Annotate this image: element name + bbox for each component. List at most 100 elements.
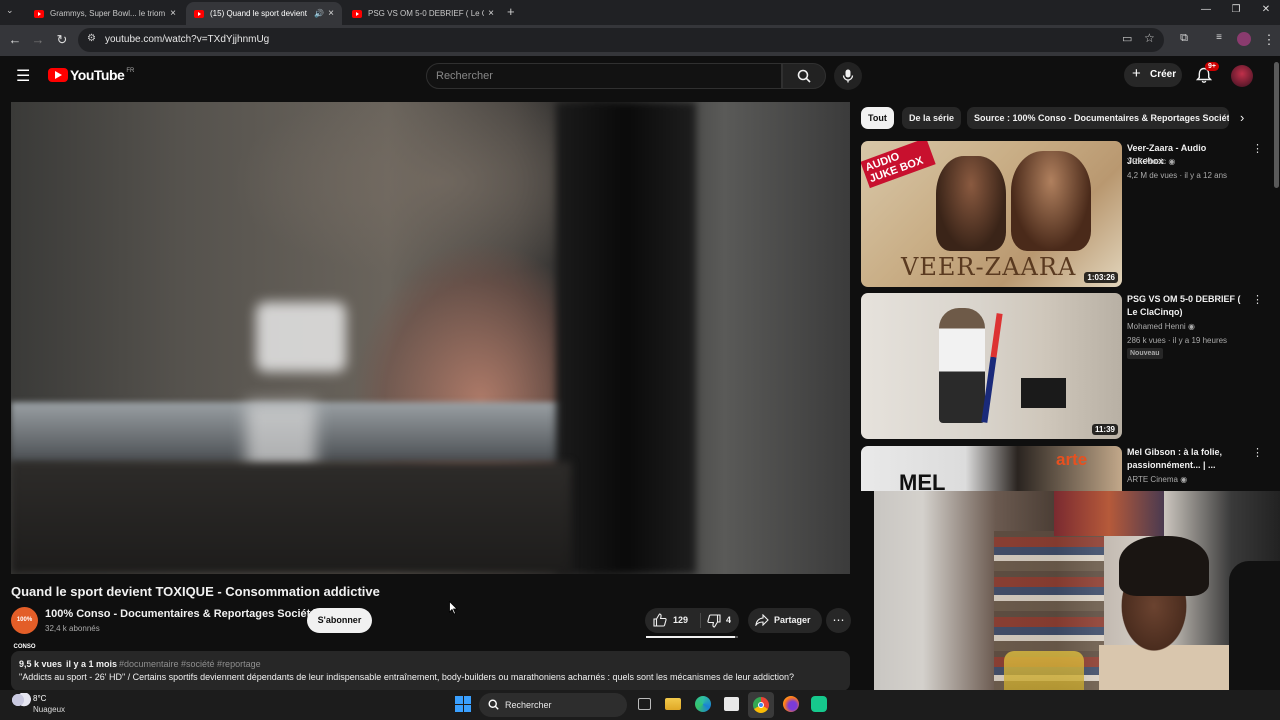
search-icon xyxy=(488,699,499,710)
close-tab-icon[interactable]: × xyxy=(488,8,494,19)
create-button[interactable]: + Créer xyxy=(1124,63,1182,87)
youtube-header: ☰ YouTube FR Rechercher + Créer 9+ xyxy=(0,56,1280,96)
related-channel[interactable]: ARTE Cinema ◉ xyxy=(1127,475,1187,484)
like-progress-fill xyxy=(646,636,736,638)
taskbar-search[interactable]: Rechercher xyxy=(479,693,627,717)
maximize-icon[interactable]: ❐ xyxy=(1226,4,1246,15)
related-channel[interactable]: YRF Music ◉ xyxy=(1127,157,1175,166)
thumbnail-tv xyxy=(1021,378,1066,408)
notification-count-badge: 9+ xyxy=(1205,62,1219,71)
create-label: Créer xyxy=(1150,69,1177,80)
divider xyxy=(700,613,701,628)
subscribe-button[interactable]: S'abonner xyxy=(307,608,372,633)
chip-all[interactable]: Tout xyxy=(861,107,894,129)
store-icon[interactable] xyxy=(724,697,739,711)
app-icon[interactable] xyxy=(811,696,827,712)
description-box[interactable]: 9,5 k vues il y a 1 mois #documentaire #… xyxy=(11,651,850,691)
like-button[interactable]: 129 xyxy=(645,608,697,633)
related-thumbnail[interactable]: 11:39 xyxy=(861,293,1122,439)
speaker-icon[interactable]: 🔊 xyxy=(314,9,324,18)
windows-taskbar: 8°C Nuageux Rechercher xyxy=(0,690,1280,720)
edge-icon[interactable] xyxy=(695,696,711,712)
browser-tab-psg[interactable]: PSG VS OM 5-0 DEBRIEF ( Le Cl × xyxy=(344,2,502,25)
related-menu-icon[interactable]: ⋮ xyxy=(1252,446,1263,459)
close-tab-icon[interactable]: × xyxy=(170,8,176,19)
chevron-right-icon[interactable]: › xyxy=(1240,110,1244,125)
profile-avatar[interactable] xyxy=(1237,32,1251,46)
back-icon[interactable]: ← xyxy=(6,32,24,47)
bookmark-star-icon[interactable]: ☆ xyxy=(1144,31,1155,45)
youtube-logo[interactable]: YouTube FR xyxy=(48,67,134,83)
browser-tab-active[interactable]: (15) Quand le sport devient 🔊 × xyxy=(186,2,342,25)
close-window-icon[interactable]: ✕ xyxy=(1256,4,1276,15)
more-actions-button[interactable]: ⋯ xyxy=(826,608,851,633)
dislike-count: 4 xyxy=(726,615,732,625)
related-menu-icon[interactable]: ⋮ xyxy=(1252,142,1263,155)
related-channel[interactable]: Mohamed Henni ◉ xyxy=(1127,322,1195,331)
chrome-menu-icon[interactable]: ⋮ xyxy=(1260,32,1278,48)
search-input[interactable]: Rechercher xyxy=(426,63,782,89)
browser-toolbar: ← → ↻ ⚙ youtube.com/watch?v=TXdYjjhnmUg … xyxy=(0,25,1280,56)
file-explorer-icon[interactable] xyxy=(665,698,681,710)
related-thumbnail[interactable]: AUDIO JUKE BOX VEER-ZAARA 1:03:26 xyxy=(861,141,1122,287)
media-controls-icon[interactable]: ≡ xyxy=(1210,32,1228,43)
tab-title: Grammys, Super Bowl... le triom xyxy=(50,9,166,18)
reload-icon[interactable]: ↻ xyxy=(53,32,71,48)
thumbnail-person xyxy=(939,308,985,423)
cast-icon[interactable]: ▭ xyxy=(1122,32,1132,45)
hamburger-menu-icon[interactable]: ☰ xyxy=(16,66,30,86)
account-avatar[interactable] xyxy=(1231,65,1253,87)
hashtags[interactable]: #documentaire #société #reportage xyxy=(119,659,261,669)
youtube-wordmark: YouTube xyxy=(70,67,125,83)
taskbar-search-label: Rechercher xyxy=(505,700,552,710)
voice-search-button[interactable] xyxy=(834,62,862,90)
related-thumbnail[interactable]: MEL arte xyxy=(861,446,1122,491)
channel-name[interactable]: 100% Conso - Documentaires & Reportages … xyxy=(45,608,316,620)
page-scrollbar[interactable] xyxy=(1274,62,1279,188)
search-button[interactable] xyxy=(782,63,826,89)
search-icon xyxy=(797,69,811,83)
youtube-favicon-icon xyxy=(352,9,362,18)
thumbnail-text: VEER-ZAARA xyxy=(901,253,1077,281)
verified-icon: ◉ xyxy=(1180,475,1188,484)
weather-icon[interactable] xyxy=(11,693,31,707)
related-menu-icon[interactable]: ⋮ xyxy=(1252,293,1263,306)
share-button[interactable]: Partager xyxy=(748,608,822,633)
webcam-overlay xyxy=(874,491,1280,720)
extensions-icon[interactable]: ⧉ xyxy=(1175,32,1193,45)
address-bar[interactable]: ⚙ youtube.com/watch?v=TXdYjjhnmUg ▭ ☆ xyxy=(78,28,1164,52)
arte-logo: arte xyxy=(1056,450,1088,469)
mouse-cursor-icon xyxy=(449,601,458,615)
task-view-icon[interactable] xyxy=(638,698,651,710)
site-info-icon[interactable]: ⚙ xyxy=(87,33,96,44)
related-title[interactable]: Mel Gibson : à la folie, passionnément..… xyxy=(1127,446,1245,472)
dislike-button[interactable]: 4 xyxy=(702,608,739,633)
weather-temperature[interactable]: 8°C xyxy=(33,694,46,703)
new-tab-icon[interactable]: + xyxy=(507,4,515,19)
tab-list-chevron-icon[interactable]: ⌄ xyxy=(6,5,14,16)
video-frame-bench xyxy=(11,462,571,574)
thumbnail-person xyxy=(1011,151,1091,251)
notifications-button[interactable]: 9+ xyxy=(1195,62,1219,86)
video-player[interactable] xyxy=(11,102,850,574)
chip-series[interactable]: De la série xyxy=(902,107,962,129)
related-meta: 4,2 M de vues · il y a 12 ans xyxy=(1127,171,1228,180)
video-title: Quand le sport devient TOXIQUE - Consomm… xyxy=(11,584,380,599)
region-code: FR xyxy=(126,67,135,74)
thumbnail-text: MEL xyxy=(899,470,946,491)
chrome-taskbar-icon[interactable] xyxy=(748,692,774,718)
weather-condition[interactable]: Nuageux xyxy=(33,705,65,714)
firefox-icon[interactable] xyxy=(783,696,799,712)
browser-tab-grammys[interactable]: Grammys, Super Bowl... le triom × xyxy=(26,2,184,25)
like-dislike-group: 129 4 xyxy=(645,608,739,633)
channel-avatar[interactable]: 100% CONSO xyxy=(11,607,38,650)
close-tab-icon[interactable]: × xyxy=(328,8,334,19)
start-button[interactable] xyxy=(455,696,471,712)
minimize-icon[interactable]: — xyxy=(1196,4,1216,15)
related-title[interactable]: PSG VS OM 5-0 DEBRIEF ( Le ClaCinqo) xyxy=(1127,293,1245,319)
youtube-favicon-icon xyxy=(194,9,204,18)
forward-icon[interactable]: → xyxy=(29,32,47,47)
chip-source[interactable]: Source : 100% Conso - Documentaires & Re… xyxy=(967,107,1229,129)
youtube-play-icon xyxy=(48,68,68,82)
description-text: "Addicts au sport - 26' HD" / Certains s… xyxy=(19,672,795,682)
